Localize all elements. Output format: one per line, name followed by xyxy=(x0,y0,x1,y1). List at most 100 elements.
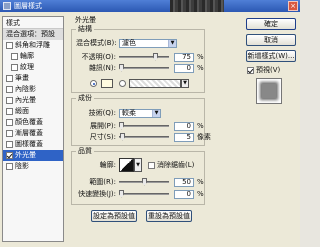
blend-mode-select[interactable]: 濾色 ▼ xyxy=(119,38,177,48)
technique-label: 技術(Q): xyxy=(88,109,116,117)
style-item-label: 輪廓 xyxy=(20,52,34,60)
style-item[interactable]: 混合選項：預設 xyxy=(3,29,63,40)
spread-label: 展開(P): xyxy=(89,122,116,130)
style-item-label: 紋理 xyxy=(20,63,34,71)
reset-default-button[interactable]: 重設為預設值 xyxy=(146,210,192,222)
style-item[interactable]: 筆畫 xyxy=(3,73,63,84)
antialias-label: 消除鋸齒(L) xyxy=(157,161,195,169)
elements-group: 成份 技術(Q): 較柔 ▼ 展開(P): 0 % 尺寸(S): 5 像素 xyxy=(71,94,211,146)
chevron-down-icon[interactable]: ▼ xyxy=(181,79,189,88)
antialias-checkbox[interactable] xyxy=(148,161,155,169)
chevron-down-icon: ▼ xyxy=(152,109,160,117)
opacity-input[interactable]: 75 xyxy=(174,52,194,62)
noise-slider[interactable] xyxy=(119,63,169,73)
preview-checkbox[interactable] xyxy=(247,66,254,74)
solid-color-radio[interactable] xyxy=(90,80,97,87)
contour-label: 輪廓: xyxy=(99,161,116,169)
gradient-radio[interactable] xyxy=(119,80,126,87)
spread-slider[interactable] xyxy=(119,121,169,131)
range-unit: % xyxy=(197,178,204,186)
quality-title: 品質 xyxy=(76,147,94,155)
range-thumb[interactable] xyxy=(142,177,147,186)
style-checkbox[interactable] xyxy=(11,53,18,60)
technique-select[interactable]: 較柔 ▼ xyxy=(119,108,161,118)
style-item[interactable]: 圖樣覆蓋 xyxy=(3,139,63,150)
style-checkbox[interactable] xyxy=(6,86,13,93)
size-thumb[interactable] xyxy=(120,132,125,141)
structure-group: 結構 混合模式(B): 濾色 ▼ 不透明(O): 75 % 雜訊(N): 0 %… xyxy=(71,25,205,93)
close-icon[interactable]: × xyxy=(288,1,298,11)
chevron-down-icon: ▼ xyxy=(168,39,176,47)
blend-mode-value: 濾色 xyxy=(122,38,136,47)
style-item[interactable]: 緞面 xyxy=(3,106,63,117)
style-checkbox[interactable] xyxy=(6,75,13,82)
chevron-down-icon[interactable]: ▼ xyxy=(134,158,142,172)
style-item[interactable]: 漸層覆蓋 xyxy=(3,128,63,139)
style-item-label: 內陰影 xyxy=(15,85,36,93)
new-style-button[interactable]: 新增樣式(W)... xyxy=(246,50,296,62)
noise-unit: % xyxy=(197,64,204,72)
opacity-track xyxy=(119,55,169,58)
spread-thumb[interactable] xyxy=(119,121,124,130)
preview-row: 預視(V) xyxy=(247,65,280,75)
noise-label: 雜訊(N): xyxy=(88,64,116,72)
preview-swatch xyxy=(262,84,276,98)
range-label: 範圍(R): xyxy=(89,178,116,186)
size-unit: 像素 xyxy=(197,133,211,141)
style-checkbox[interactable] xyxy=(6,141,13,148)
background-strip xyxy=(170,0,224,12)
style-item[interactable]: 斜角和浮雕 xyxy=(3,40,63,51)
style-item[interactable]: 輪廓 xyxy=(3,51,63,62)
style-checkbox[interactable] xyxy=(6,97,13,104)
cancel-button[interactable]: 取消 xyxy=(246,34,296,46)
ok-button[interactable]: 確定 xyxy=(246,18,296,30)
noise-thumb[interactable] xyxy=(119,63,124,72)
spread-input[interactable]: 0 xyxy=(174,121,194,131)
title-bar: 圖層樣式 × xyxy=(0,0,300,12)
blend-mode-label: 混合模式(B): xyxy=(76,39,117,47)
styles-list-header: 樣式 xyxy=(3,17,63,29)
style-item-label: 陰影 xyxy=(15,162,29,170)
style-checkbox[interactable] xyxy=(6,108,13,115)
glow-color-swatch[interactable] xyxy=(101,79,113,88)
style-item[interactable]: 內陰影 xyxy=(3,84,63,95)
style-item[interactable]: 顏色覆蓋 xyxy=(3,117,63,128)
size-label: 尺寸(S): xyxy=(89,133,116,141)
opacity-slider[interactable] xyxy=(119,52,169,62)
size-input[interactable]: 5 xyxy=(174,132,194,142)
style-checkbox[interactable] xyxy=(11,64,18,71)
style-checkbox[interactable] xyxy=(6,163,13,170)
size-track xyxy=(119,135,169,138)
style-checkbox[interactable] xyxy=(6,42,13,49)
quality-group: 品質 輪廓: ▼ 消除鋸齒(L) 範圍(R): 50 % 快速變換(J): 0 xyxy=(71,147,205,205)
style-preview xyxy=(256,78,282,104)
style-checkbox[interactable] xyxy=(6,119,13,126)
range-input[interactable]: 50 xyxy=(174,177,194,187)
style-checkbox[interactable] xyxy=(6,130,13,137)
style-item[interactable]: 外光暈 xyxy=(3,150,63,161)
spread-unit: % xyxy=(197,122,204,130)
jitter-thumb[interactable] xyxy=(119,189,124,198)
structure-title: 結構 xyxy=(76,25,94,33)
elements-title: 成份 xyxy=(76,94,94,102)
jitter-input[interactable]: 0 xyxy=(174,189,194,199)
range-slider[interactable] xyxy=(119,177,169,187)
jitter-slider[interactable] xyxy=(119,189,169,199)
style-item-label: 外光暈 xyxy=(15,151,36,159)
size-slider[interactable] xyxy=(119,132,169,142)
opacity-unit: % xyxy=(197,53,204,61)
opacity-thumb[interactable] xyxy=(153,52,158,61)
style-item[interactable]: 陰影 xyxy=(3,161,63,172)
contour-picker[interactable] xyxy=(119,158,134,172)
styles-list: 樣式 混合選項：預設 斜角和浮雕 輪廓紋理筆畫 內陰影內光暈 緞面顏色覆蓋 漸層覆蓋 圖樣覆… xyxy=(2,16,64,242)
jitter-unit: % xyxy=(197,190,204,198)
style-item[interactable]: 內光暈 xyxy=(3,95,63,106)
window-title: 圖層樣式 xyxy=(14,2,42,10)
style-checkbox[interactable] xyxy=(6,152,13,159)
preview-label: 預視(V) xyxy=(256,66,281,74)
gradient-picker[interactable] xyxy=(129,79,181,88)
noise-input[interactable]: 0 xyxy=(174,63,194,73)
make-default-button[interactable]: 設定為預設值 xyxy=(91,210,137,222)
style-item[interactable]: 紋理 xyxy=(3,62,63,73)
style-item-label: 緞面 xyxy=(15,107,29,115)
